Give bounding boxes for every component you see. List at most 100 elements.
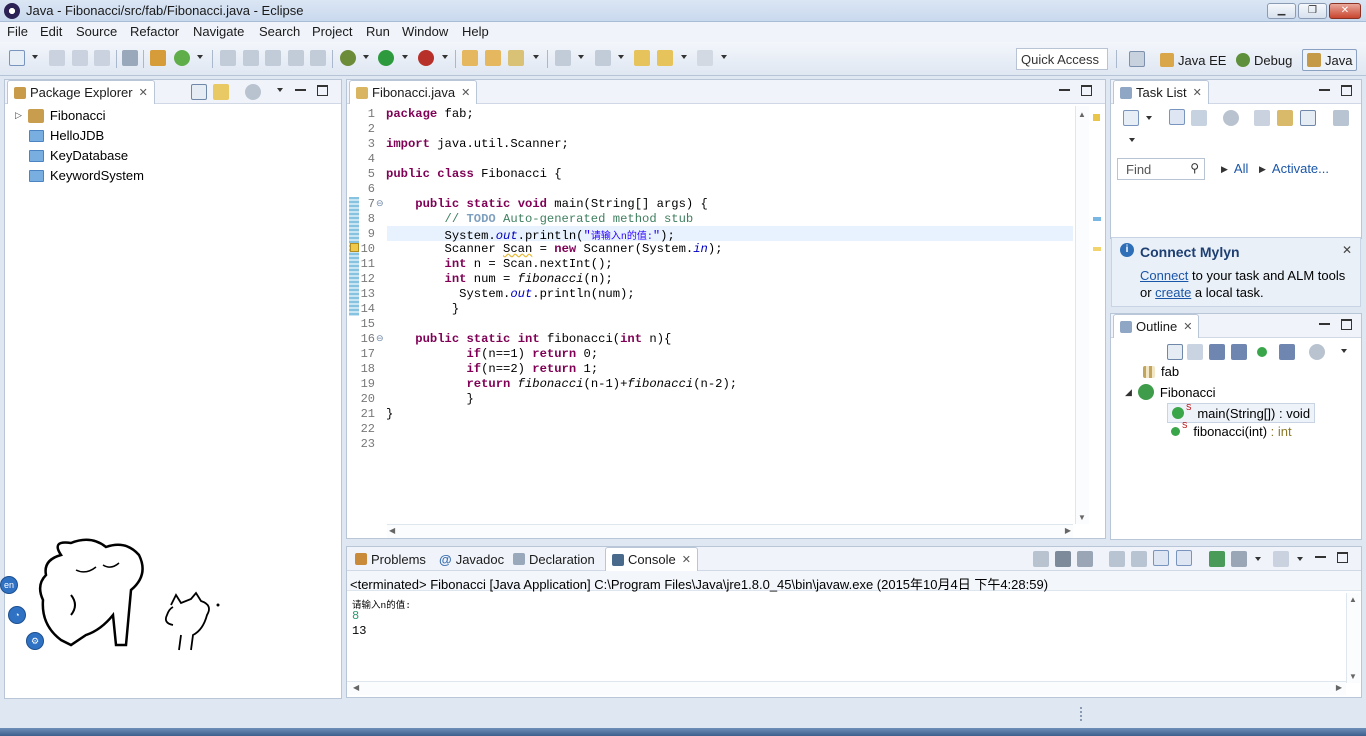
minimize-icon[interactable] [1319,85,1330,91]
focus-icon[interactable] [1223,110,1239,126]
save-icon[interactable] [49,50,65,66]
tab-problems[interactable]: Problems [349,547,432,571]
menu-source[interactable]: Source [76,24,117,39]
open-project-icon[interactable] [485,50,501,66]
sync-icon[interactable] [1277,110,1293,126]
show-stdout-icon[interactable] [1153,550,1169,566]
pencil-icon[interactable] [508,50,524,66]
new-java-project-icon[interactable] [150,50,166,66]
focus-icon[interactable] [1309,344,1325,360]
hide-non-public-icon[interactable] [1257,347,1267,357]
tree-item-keydatabase[interactable]: KeyDatabase [29,148,128,163]
show-stderr-icon[interactable] [1176,550,1192,566]
perspective-java[interactable]: Java [1302,49,1358,71]
minimize-icon[interactable] [1059,85,1070,91]
scroll-lock-icon[interactable] [1131,551,1147,567]
console-hscrollbar[interactable]: ◀ ▶ [347,681,1346,695]
synchronize-icon[interactable] [1333,110,1349,126]
toggle-mark-icon[interactable] [265,50,281,66]
collapse-arrow-icon[interactable]: ◢ [1125,387,1132,398]
tab-outline[interactable]: Outline ✕ [1113,314,1200,338]
open-console-icon[interactable] [1273,551,1289,567]
tab-console[interactable]: Console ✕ [605,547,698,571]
remove-all-icon[interactable] [1077,551,1093,567]
open-type-icon[interactable] [220,50,236,66]
tab-fibonacci-java[interactable]: Fibonacci.java ✕ [349,80,478,104]
task-filter-all[interactable]: ▶ All [1221,161,1248,177]
sort-icon[interactable] [1187,344,1203,360]
task-activate[interactable]: ▶ Activate... [1259,161,1329,177]
outline-class[interactable]: ◢ Fibonacci [1125,384,1216,400]
tab-javadoc[interactable]: @ Javadoc [433,547,510,571]
minimize-icon[interactable] [1319,319,1330,325]
view-menu-icon[interactable] [1129,138,1135,142]
new-package-icon[interactable] [174,50,190,66]
connect-link[interactable]: Connect [1140,268,1188,283]
next-annotation-icon[interactable] [555,50,571,66]
hide-static-icon[interactable] [1231,344,1247,360]
collapse-icon[interactable] [1300,110,1316,126]
perspective-debug[interactable]: Debug [1232,49,1296,71]
menu-project[interactable]: Project [312,24,352,39]
toggle-block-icon[interactable] [288,50,304,66]
maximize-icon[interactable] [317,85,328,96]
forward-icon[interactable] [697,50,713,66]
tree-item-keywordsystem[interactable]: KeywordSystem [29,168,144,183]
clear-console-icon[interactable] [1109,551,1125,567]
link-with-editor-icon[interactable] [213,84,229,100]
language-indicator[interactable]: en [0,576,18,594]
categorized-icon[interactable] [1169,109,1185,125]
tree-item-hellojdb[interactable]: HelloJDB [29,128,104,143]
debug-icon[interactable] [340,50,356,66]
menu-file[interactable]: File [7,24,28,39]
collapse-all-icon[interactable] [1167,344,1183,360]
prev-annotation-icon[interactable] [595,50,611,66]
minimize-icon[interactable] [295,85,306,91]
editor-hscrollbar[interactable]: ◀ ▶ [387,524,1073,538]
close-button[interactable]: ✕ [1329,3,1361,19]
editor-vscrollbar[interactable]: ▲ ▼ [1075,106,1089,524]
maximize-icon[interactable] [1341,85,1352,96]
menu-edit[interactable]: Edit [40,24,62,39]
menu-help[interactable]: Help [462,24,489,39]
maximize-icon[interactable] [1337,552,1348,563]
run-icon[interactable] [378,50,394,66]
fold-icon[interactable]: ⊖ [376,333,384,344]
last-edit-icon[interactable] [634,50,650,66]
close-tab-icon[interactable]: ✕ [1193,86,1202,99]
new-dropdown-icon[interactable] [32,55,38,59]
save-all-icon[interactable] [72,50,88,66]
close-icon[interactable]: ✕ [1342,243,1352,257]
hide-completed-icon[interactable] [1254,110,1270,126]
skip-breakpoints-icon[interactable] [122,50,138,66]
tab-declaration[interactable]: Declaration [507,547,601,571]
back-icon[interactable] [657,50,673,66]
open-perspective-icon[interactable] [1129,51,1145,67]
menu-refactor[interactable]: Refactor [130,24,179,39]
close-tab-icon[interactable]: ✕ [1183,320,1192,333]
perspective-java-ee[interactable]: Java EE [1156,49,1230,71]
menu-search[interactable]: Search [259,24,300,39]
minimize-button[interactable]: ▁ [1267,3,1296,19]
view-menu-icon[interactable] [277,88,283,92]
hide-local-types-icon[interactable] [1279,344,1295,360]
search-tb-icon[interactable] [243,50,259,66]
quick-access-input[interactable]: Quick Access [1016,48,1108,70]
menu-window[interactable]: Window [402,24,448,39]
task-find-input[interactable]: Find ⚲ [1117,158,1205,180]
outline-package[interactable]: fab [1143,364,1179,379]
tree-item-fibonacci[interactable]: ▷ Fibonacci [15,108,106,123]
scheduled-icon[interactable] [1191,110,1207,126]
tab-task-list[interactable]: Task List ✕ [1113,80,1209,104]
settings-icon[interactable]: ⚙ [26,632,44,650]
expand-arrow-icon[interactable]: ▷ [15,110,22,121]
create-link[interactable]: create [1155,285,1191,300]
show-whitespace-icon[interactable] [310,50,326,66]
maximize-icon[interactable] [1341,319,1352,330]
chat-icon[interactable]: ◔ [8,606,26,624]
restore-button[interactable]: ❐ [1298,3,1327,19]
menu-navigate[interactable]: Navigate [193,24,244,39]
focus-task-icon[interactable] [245,84,261,100]
console-vscrollbar[interactable]: ▲ ▼ [1346,593,1360,683]
new-task-icon[interactable] [1123,110,1139,126]
